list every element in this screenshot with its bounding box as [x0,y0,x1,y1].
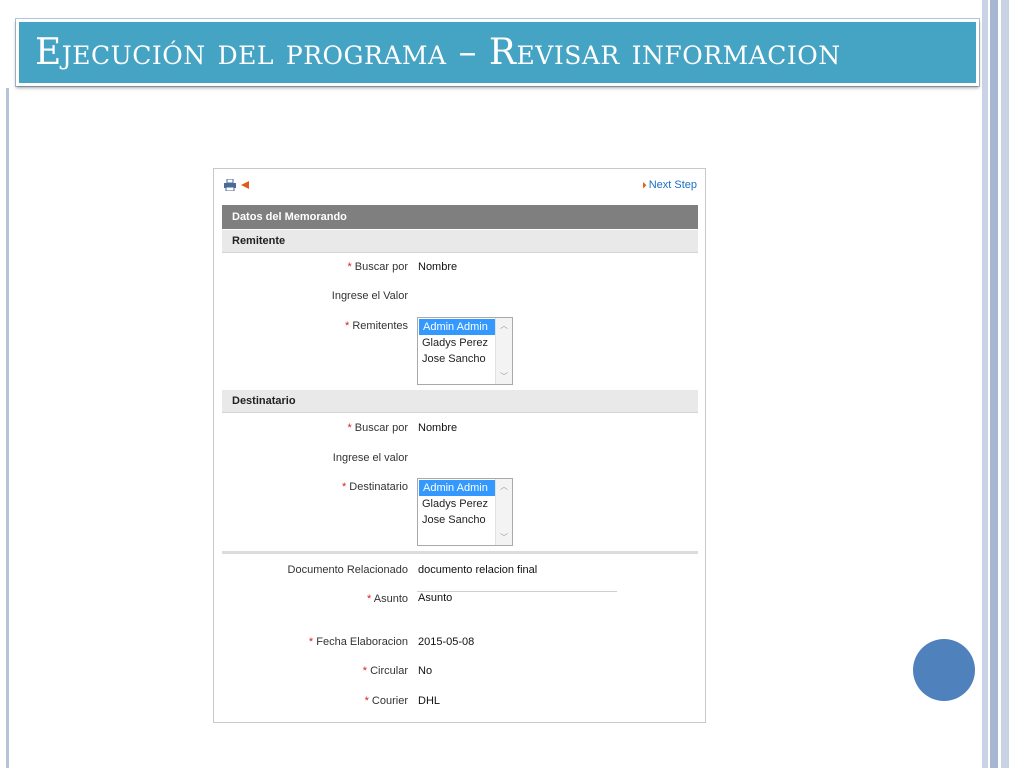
remitente-buscar-label: * Buscar por [347,261,408,273]
chevron-up-icon[interactable]: ︿ [500,320,508,331]
circular-value[interactable]: No [418,665,432,677]
destinatario-label-text: Destinatario [349,481,408,493]
list-option[interactable]: Jose Sancho [418,512,497,528]
list-option[interactable]: Admin Admin [419,480,498,496]
list-option[interactable]: Jose Sancho [418,351,497,367]
required-mark: * [367,593,372,605]
required-mark: * [364,695,369,707]
slide-left-border [6,88,9,768]
chevron-up-icon[interactable]: ︿ [500,481,508,492]
circular-label-text: Circular [370,665,408,677]
asunto-label-text: Asunto [373,593,408,605]
form-screenshot: ⏵ Next Step Datos del Memorando Remitente… [213,168,706,723]
remitente-ingrese-label: Ingrese el Valor [331,290,408,302]
documento-row: Documento Relacionado documento relacion… [222,564,698,580]
destinatario-ingrese-label: Ingrese el valor [332,452,408,464]
next-step-label: Next Step [648,179,697,191]
chevron-down-icon[interactable]: ﹀ [500,532,508,543]
courier-row: * Courier DHL [222,695,698,711]
destinatario-listbox[interactable]: Admin Admin Gladys Perez Jose Sancho ︿ ﹀ [417,478,513,546]
destinatario-buscar-value[interactable]: Nombre [418,422,457,434]
fecha-label-text: Fecha Elaboracion [316,636,408,648]
asunto-input[interactable]: Asunto [418,592,452,604]
decorative-circle [913,639,975,701]
destinatario-buscar-row: * Buscar por Nombre [222,422,698,438]
required-mark: * [347,422,352,434]
list-option[interactable]: Gladys Perez [418,496,497,512]
remitente-header: Remitente [222,230,698,253]
destinatario-buscar-label: * Buscar por [347,422,408,434]
fecha-value[interactable]: 2015-05-08 [418,636,474,648]
courier-value[interactable]: DHL [418,695,440,707]
printer-icon[interactable] [224,179,236,191]
required-mark: * [345,320,350,332]
slide-title-bar: Ejecución del programa – Revisar informa… [16,19,979,86]
destinatario-label: * Destinatario [342,481,408,493]
destinatario-header: Destinatario [222,390,698,413]
documento-value[interactable]: documento relacion final [418,564,537,576]
fecha-label: * Fecha Elaboracion [309,636,408,648]
back-arrow-icon[interactable] [241,181,249,189]
list-option[interactable]: Gladys Perez [418,335,497,351]
asunto-row: * Asunto Asunto [222,592,698,609]
next-step-link[interactable]: ⏵ Next Step [642,179,697,191]
required-mark: * [362,665,368,677]
fecha-row: * Fecha Elaboracion 2015-05-08 [222,636,698,652]
chevron-down-icon[interactable]: ﹀ [500,371,508,382]
courier-label-text: Courier [371,695,408,707]
slide-right-border [978,0,1024,768]
section-title-datos: Datos del Memorando [222,205,698,229]
buscar-label-text: Buscar por [354,422,408,434]
slide-title: Ejecución del programa – Revisar informa… [35,32,841,73]
remitentes-label: * Remitentes [345,320,408,332]
required-mark: * [308,636,314,648]
asunto-label: * Asunto [367,593,408,605]
required-mark: * [347,261,352,273]
remitente-buscar-row: * Buscar por Nombre [222,261,698,277]
courier-label: * Courier [365,695,408,707]
documento-label: Documento Relacionado [287,564,408,576]
remitentes-listbox[interactable]: Admin Admin Gladys Perez Jose Sancho ︿ ﹀ [417,317,513,385]
list-option[interactable]: Admin Admin [419,319,498,335]
section-divider [222,551,698,554]
next-arrow-icon: ⏵ [642,180,647,190]
listbox-scrollbar[interactable]: ︿ ﹀ [495,318,512,384]
buscar-label-text: Buscar por [354,261,408,273]
circular-row: * Circular No [222,665,698,681]
remitente-ingrese-row: Ingrese el Valor [222,290,698,306]
remitente-buscar-value[interactable]: Nombre [418,261,457,273]
required-mark: * [341,481,347,493]
remitentes-label-text: Remitentes [352,320,408,332]
destinatario-ingrese-row: Ingrese el valor [222,452,698,468]
listbox-scrollbar[interactable]: ︿ ﹀ [495,479,512,545]
circular-label: * Circular [363,665,408,677]
form-toolbar: ⏵ Next Step [214,169,705,203]
